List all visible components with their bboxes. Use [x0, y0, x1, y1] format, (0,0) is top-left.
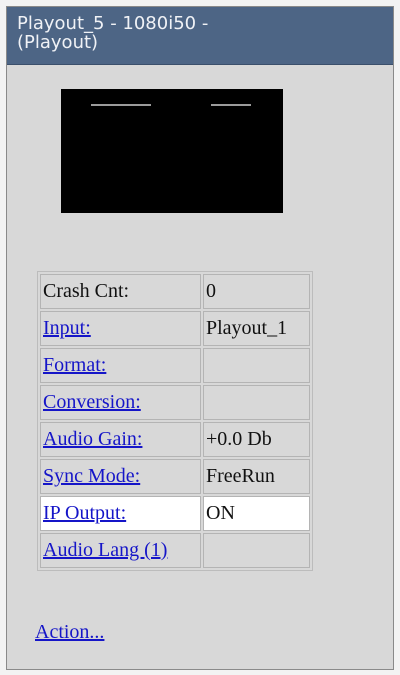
ip-output-value: ON [203, 496, 310, 531]
table-row: Input: Playout_1 [40, 311, 310, 346]
preview-overlay-text-left [91, 104, 151, 106]
format-value [203, 348, 310, 383]
device-panel: Playout_5 - 1080i50 - (Playout) Crash Cn… [6, 6, 394, 670]
table-row: Audio Gain: +0.0 Db [40, 422, 310, 457]
sync-mode-value: FreeRun [203, 459, 310, 494]
crash-count-value: 0 [203, 274, 310, 309]
conversion-value [203, 385, 310, 420]
panel-header: Playout_5 - 1080i50 - (Playout) [7, 7, 393, 65]
preview-overlay-text-right [211, 104, 251, 106]
ip-output-link[interactable]: IP Output: [43, 502, 126, 524]
audio-lang-value [203, 533, 310, 568]
audio-lang-link[interactable]: Audio Lang (1) [43, 539, 167, 561]
panel-subtitle: (Playout) [17, 32, 99, 53]
table-row: IP Output: ON [40, 496, 310, 531]
table-row: Crash Cnt: 0 [40, 274, 310, 309]
conversion-link[interactable]: Conversion: [43, 391, 141, 413]
audio-gain-value: +0.0 Db [203, 422, 310, 457]
table-row: Format: [40, 348, 310, 383]
properties-table: Crash Cnt: 0 Input: Playout_1 Format: Co… [37, 271, 313, 571]
table-row: Audio Lang (1) [40, 533, 310, 568]
action-link[interactable]: Action... [35, 621, 104, 643]
input-value: Playout_1 [203, 311, 310, 346]
audio-gain-link[interactable]: Audio Gain: [43, 428, 142, 450]
table-row: Conversion: [40, 385, 310, 420]
table-row: Sync Mode: FreeRun [40, 459, 310, 494]
panel-title: Playout_5 - 1080i50 - [17, 13, 209, 34]
video-preview[interactable] [61, 89, 283, 213]
format-link[interactable]: Format: [43, 354, 106, 376]
crash-count-label: Crash Cnt: [40, 274, 201, 309]
action-area: Action... [35, 621, 104, 644]
sync-mode-link[interactable]: Sync Mode: [43, 465, 140, 487]
input-link[interactable]: Input: [43, 317, 91, 339]
